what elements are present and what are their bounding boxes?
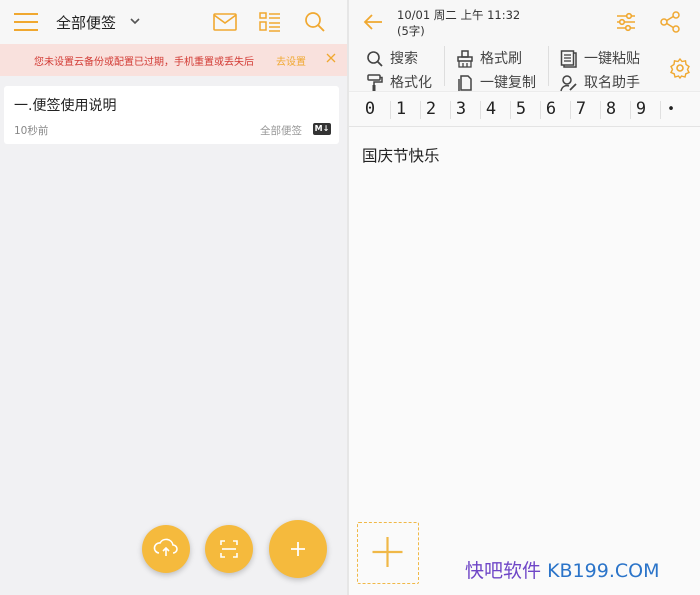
note-editor-panel: 10/01 周二 上午 11:32 (5字) 搜索 格式化 格式刷 一键复制 一… bbox=[349, 0, 700, 595]
back-arrow-icon[interactable] bbox=[361, 10, 385, 34]
toolbar-separator bbox=[548, 46, 549, 86]
number-key[interactable]: 9 bbox=[626, 93, 656, 126]
number-key[interactable]: 0 bbox=[355, 93, 385, 126]
number-key[interactable]: 5 bbox=[506, 93, 536, 126]
settings-sliders-icon[interactable] bbox=[614, 10, 638, 34]
toolbar-separator bbox=[444, 46, 445, 86]
char-count: (5字) bbox=[397, 24, 425, 38]
number-key[interactable]: 7 bbox=[566, 93, 596, 126]
paint-roller-icon bbox=[367, 74, 383, 91]
markdown-badge: M↓ bbox=[313, 123, 331, 135]
note-title: 一.便签使用说明 bbox=[14, 98, 117, 114]
note-list-panel: 全部便签 您未设置云备份或配置已过期，手机重置或丢失后 去设置 一.便签使用说明… bbox=[0, 0, 347, 595]
scan-icon bbox=[220, 540, 238, 558]
number-key[interactable]: 8 bbox=[596, 93, 626, 126]
name-helper-label: 取名助手 bbox=[584, 75, 640, 91]
watermark-domain: KB199.COM bbox=[547, 560, 660, 582]
menu-icon[interactable] bbox=[14, 11, 38, 33]
list-header: 全部便签 bbox=[0, 0, 347, 44]
cloud-upload-button[interactable] bbox=[142, 525, 190, 573]
one-key-copy-label: 一键复制 bbox=[480, 75, 536, 91]
backup-warning-banner: 您未设置云备份或配置已过期，手机重置或丢失后 去设置 bbox=[0, 44, 347, 76]
editor-header: 10/01 周二 上午 11:32 (5字) bbox=[349, 0, 700, 44]
share-icon[interactable] bbox=[658, 10, 682, 34]
mail-icon[interactable] bbox=[212, 10, 238, 34]
note-time: 10秒前 bbox=[14, 125, 49, 137]
number-key[interactable]: 6 bbox=[536, 93, 566, 126]
add-icon bbox=[291, 542, 305, 556]
add-icon bbox=[372, 537, 403, 567]
number-key[interactable]: 3 bbox=[446, 93, 476, 126]
folder-title[interactable]: 全部便签 bbox=[56, 12, 116, 33]
number-key[interactable]: 2 bbox=[416, 93, 446, 126]
banner-text: 您未设置云备份或配置已过期，手机重置或丢失后 bbox=[34, 57, 254, 68]
number-key[interactable]: 1 bbox=[386, 93, 416, 126]
note-card[interactable]: 一.便签使用说明 10秒前 全部便签 M↓ bbox=[4, 86, 339, 144]
close-icon[interactable] bbox=[325, 52, 337, 64]
chevron-down-icon[interactable] bbox=[128, 14, 142, 28]
format-toolbar: 搜索 格式化 格式刷 一键复制 一键粘贴 取名助手 bbox=[349, 44, 700, 92]
copy-icon bbox=[458, 75, 472, 91]
new-note-button[interactable] bbox=[269, 520, 327, 578]
search-icon bbox=[367, 51, 383, 67]
scan-button[interactable] bbox=[205, 525, 253, 573]
cloud-upload-icon bbox=[153, 538, 178, 556]
number-input-row: 0 1 2 3 4 5 6 7 8 9 • bbox=[349, 93, 700, 127]
note-content[interactable]: 国庆节快乐 bbox=[362, 144, 440, 166]
watermark: 快吧软件 KB199.COM bbox=[465, 556, 659, 583]
gear-icon[interactable] bbox=[669, 57, 691, 79]
name-helper-icon bbox=[560, 75, 577, 92]
one-key-paste-label: 一键粘贴 bbox=[584, 51, 640, 67]
search-tool-label: 搜索 bbox=[390, 51, 418, 67]
go-settings-link[interactable]: 去设置 bbox=[276, 53, 306, 68]
watermark-site-name: 快吧软件 bbox=[465, 560, 542, 582]
format-brush-label: 格式刷 bbox=[480, 51, 522, 67]
format-brush-icon bbox=[457, 50, 473, 68]
add-attachment-button[interactable] bbox=[357, 522, 419, 584]
note-date: 10/01 周二 上午 11:32 bbox=[397, 8, 521, 22]
search-icon[interactable] bbox=[302, 10, 328, 34]
format-tool-label: 格式化 bbox=[390, 75, 432, 91]
number-key[interactable]: 4 bbox=[476, 93, 506, 126]
note-category: 全部便签 bbox=[260, 125, 302, 137]
list-layout-icon[interactable] bbox=[257, 10, 283, 34]
dot-key[interactable]: • bbox=[656, 93, 686, 126]
paste-icon bbox=[560, 50, 577, 68]
